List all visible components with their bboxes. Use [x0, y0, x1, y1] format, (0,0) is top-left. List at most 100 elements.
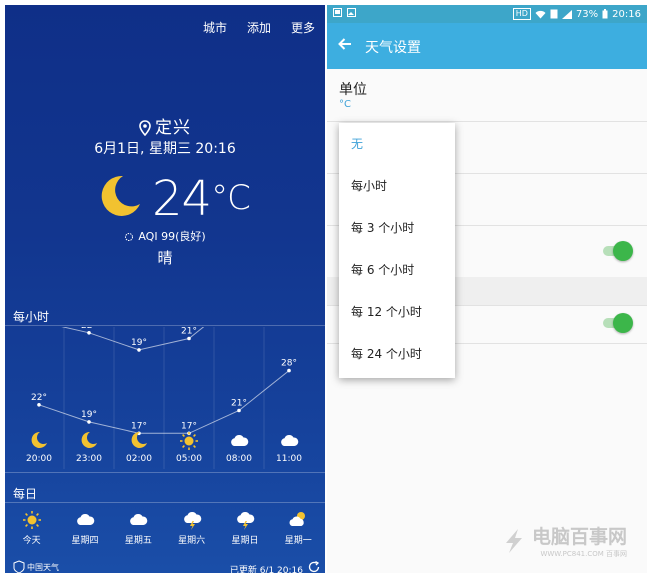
menu-add[interactable]: 添加 [247, 19, 271, 36]
settings-list: 单位 °C 无 每小时 每 3 个小时 每 6 个小时 每 12 个小时 每 2… [327, 69, 647, 573]
sim-icon [550, 9, 558, 19]
city-name: 定兴 [155, 118, 191, 138]
hd-badge: HD [512, 8, 531, 20]
divider [5, 325, 325, 326]
moon-icon [31, 431, 47, 448]
daily-label: 每日 [13, 487, 38, 501]
low-temp-point [87, 420, 91, 424]
battery-percent: 73% [575, 8, 599, 20]
watermark-sub: WWW.PC841.COM 百事网 [540, 550, 627, 558]
dropdown-option-12h[interactable]: 每 12 个小时 [339, 291, 455, 333]
settings-panel: HD 73% 20:16 天气设置 单位 °C 无 每小时 每 3 个小时 每 … [327, 5, 647, 573]
daily-item: 今天 [5, 510, 58, 546]
toggle-switch[interactable] [603, 241, 633, 261]
hour-time-label: 02:00 [126, 454, 152, 464]
daily-item: 星期一 [272, 510, 325, 546]
low-temp-point [37, 403, 41, 407]
day-name: 星期六 [178, 536, 206, 546]
weather-panel: 城市 添加 更多 定兴 6月1日, 星期三 20:16 24°C AQI 99(… [5, 5, 325, 573]
cloud-icon [281, 434, 299, 446]
low-temp-point [237, 408, 241, 413]
wifi-icon [535, 10, 546, 18]
hour-time-label: 20:00 [26, 454, 52, 464]
dropdown-option-24h[interactable]: 每 24 个小时 [339, 333, 455, 375]
cloud-icon [77, 513, 95, 525]
watermark-logo-icon [505, 528, 522, 553]
thunder-cloud-icon [237, 511, 255, 530]
low-temp-label: 21° [231, 399, 247, 409]
low-temp-label: 17° [181, 421, 197, 431]
top-menu: 城市 添加 更多 [203, 19, 315, 36]
unit-label: 单位 [339, 82, 367, 98]
page-title: 天气设置 [365, 40, 421, 56]
moon-icon [81, 431, 97, 448]
unit-setting[interactable]: 单位 °C [327, 69, 647, 121]
battery-icon [602, 9, 608, 19]
date-time: 6月1日, 星期三 20:16 [94, 141, 236, 157]
toggle-switch[interactable] [603, 313, 633, 333]
day-name: 今天 [22, 536, 41, 546]
high-temp-label: 22° [81, 327, 97, 331]
dropdown-option-none[interactable]: 无 [339, 123, 455, 165]
dropdown-option-6h[interactable]: 每 6 个小时 [339, 249, 455, 291]
current-temperature: 24°C [152, 171, 251, 227]
low-temp-label: 28° [281, 359, 297, 369]
aqi: AQI 99(良好) [5, 228, 325, 244]
status-bar: HD 73% 20:16 [327, 5, 647, 23]
hourly-forecast: 24°22°19°21°28°28°22°19°17°17°21°28°20:0… [26, 327, 302, 469]
cloud-icon [231, 434, 249, 446]
daily-item: 星期日 [218, 510, 271, 546]
divider [5, 502, 325, 503]
high-temp-point [187, 336, 191, 341]
dropdown-option-hourly[interactable]: 每小时 [339, 165, 455, 207]
divider [5, 472, 325, 473]
location: 定兴 [5, 113, 325, 138]
low-temp-label: 22° [31, 393, 47, 403]
thunder-cloud-icon [183, 511, 201, 530]
sun-cloud-icon [289, 512, 306, 526]
signal-icon [561, 9, 572, 19]
high-temp-label: 21° [181, 327, 197, 337]
dropdown-option-3h[interactable]: 每 3 个小时 [339, 207, 455, 249]
image-icon [347, 8, 356, 17]
watermark-text: 电脑百事网 [531, 526, 627, 548]
location-pin-icon [139, 120, 151, 137]
daily-forecast: 今天 星期四 星期五 星期六 星期日 星期一 [5, 510, 325, 546]
hour-time-label: 05:00 [176, 454, 202, 464]
unit-value: °C [339, 99, 351, 110]
hour-time-label: 23:00 [76, 454, 102, 464]
daily-item: 星期六 [165, 510, 218, 546]
day-name: 星期一 [284, 536, 312, 546]
status-time: 20:16 [612, 8, 641, 20]
daily-item: 星期五 [112, 510, 165, 546]
bottom-bar: 中国天气 已更新 6/1 20:16 [5, 559, 325, 573]
refresh-icon[interactable] [307, 560, 321, 573]
notification-icon [333, 8, 342, 17]
hour-time-label: 08:00 [226, 454, 252, 464]
menu-more[interactable]: 更多 [291, 19, 315, 36]
daily-item: 星期四 [58, 510, 111, 546]
divider [327, 121, 647, 122]
cloud-icon [130, 513, 148, 525]
moon-icon [101, 175, 140, 216]
day-name: 星期日 [231, 536, 259, 546]
brand-name: 中国天气 [27, 563, 59, 572]
toolbar: 天气设置 [327, 23, 647, 69]
low-temp-point [287, 368, 291, 373]
high-temp-point [137, 348, 141, 352]
hourly-label: 每小时 [13, 310, 50, 324]
high-temp-label: 19° [131, 338, 147, 348]
menu-city[interactable]: 城市 [203, 19, 227, 36]
update-interval-dropdown: 无 每小时 每 3 个小时 每 6 个小时 每 12 个小时 每 24 个小时 [339, 123, 455, 378]
updated-time: 已更新 6/1 20:16 [229, 566, 303, 573]
back-arrow-icon[interactable] [337, 36, 353, 52]
watermark: 电脑百事网 WWW.PC841.COM 百事网 [500, 522, 627, 559]
day-name: 星期五 [124, 536, 152, 546]
high-temp-point [87, 331, 91, 335]
day-name: 星期四 [71, 536, 99, 546]
sun-icon [22, 511, 41, 529]
brand-logo-icon [13, 560, 25, 573]
weather-condition: 晴 [157, 249, 173, 267]
aqi-icon [125, 233, 134, 241]
low-temp-label: 17° [131, 421, 147, 431]
